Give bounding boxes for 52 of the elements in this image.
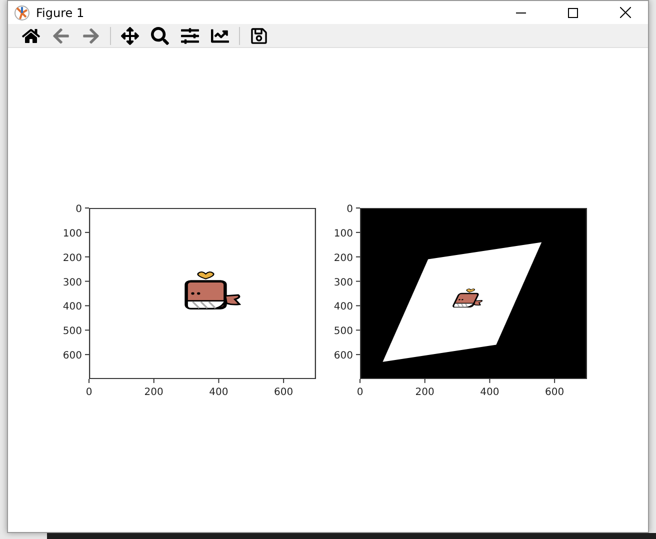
tick-mark <box>84 330 90 331</box>
tick-mark <box>356 305 360 306</box>
window-title: Figure 1 <box>36 6 86 20</box>
x-tick-label: 600 <box>545 387 564 398</box>
tick-mark <box>356 256 360 258</box>
x-tick-label: 400 <box>480 387 500 398</box>
y-tick-label: 600 <box>62 350 82 362</box>
tick-mark <box>283 378 284 384</box>
y-tick-label: 500 <box>62 326 82 338</box>
y-tick-label: 300 <box>62 277 82 288</box>
arrow-right-icon <box>82 26 100 44</box>
tick-mark <box>84 256 90 258</box>
close-icon <box>620 7 630 18</box>
sliders-icon <box>181 26 199 44</box>
y-tick-label: 100 <box>62 228 82 240</box>
tick-mark <box>424 378 426 384</box>
arrow-left-icon <box>52 26 70 44</box>
x-tick-label: 0 <box>356 387 364 398</box>
y-tick-label: 500 <box>334 326 353 338</box>
tick-mark <box>153 378 154 384</box>
x-tick-label: 600 <box>274 387 294 398</box>
home-icon <box>22 26 40 44</box>
tick-mark <box>84 354 90 356</box>
x-tick-label: 200 <box>415 387 434 398</box>
y-tick-label: 200 <box>62 252 82 264</box>
tick-mark <box>84 232 90 233</box>
move-icon <box>121 26 139 44</box>
tick-mark <box>356 354 360 356</box>
y-tick-label: 400 <box>334 302 353 313</box>
maximize-icon <box>568 8 578 18</box>
tick-mark <box>489 378 490 384</box>
x-tick-label: 400 <box>209 387 228 398</box>
tick-mark <box>88 378 90 384</box>
tick-mark <box>356 280 360 282</box>
y-tick-label: 200 <box>334 252 353 264</box>
y-tick-label: 400 <box>62 302 82 313</box>
x-tick-label: 200 <box>144 387 164 398</box>
line-chart-icon <box>211 26 229 44</box>
tick-mark <box>84 305 90 306</box>
tick-mark <box>356 232 360 233</box>
app-logo-icon <box>14 4 30 20</box>
y-tick-label: 0 <box>76 204 82 215</box>
y-tick-label: 300 <box>334 277 353 288</box>
search-icon <box>151 26 169 44</box>
y-tick-label: 600 <box>334 350 353 362</box>
y-tick-label: 0 <box>346 204 353 215</box>
x-tick-label: 0 <box>86 387 92 398</box>
y-tick-label: 100 <box>334 228 353 240</box>
tick-mark <box>356 330 360 331</box>
tick-mark <box>218 378 220 384</box>
tick-mark <box>554 378 556 384</box>
tick-mark <box>84 280 90 282</box>
